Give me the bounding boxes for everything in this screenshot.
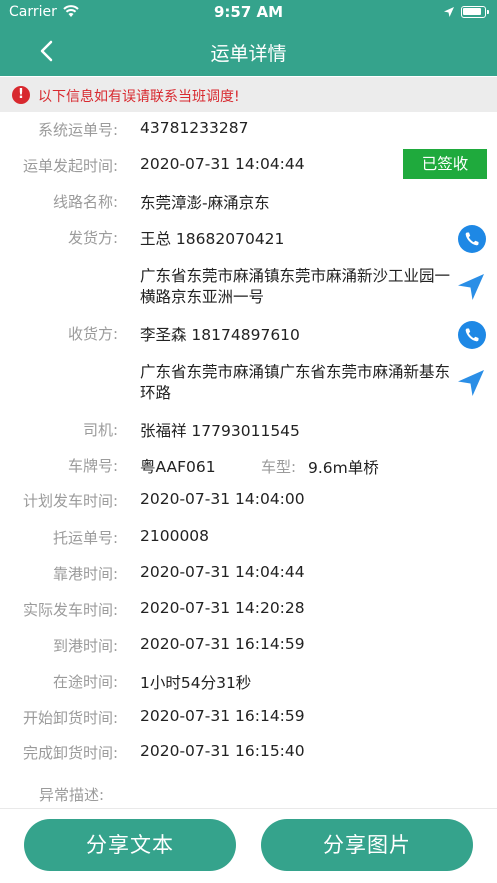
page-title: 运单详情: [210, 43, 287, 65]
unload-start-label: 开始卸货时间:: [22, 709, 118, 727]
shipper-label: 发货方:: [67, 229, 118, 247]
unload-end-value: 2020-07-31 16:15:40: [140, 742, 305, 760]
exclamation-icon: !: [12, 86, 30, 104]
transit-time-value: 1小时54分31秒: [140, 674, 252, 692]
unload-start-value: 2020-07-31 16:14:59: [140, 707, 305, 725]
receiver-address: 广东省东莞市麻涌镇广东省东莞市麻涌新基东环路: [140, 363, 451, 402]
battery-icon: [461, 6, 489, 18]
header-bar: Carrier 9:57 AM 运单详情: [0, 0, 497, 76]
plan-depart-value: 2020-07-31 14:04:00: [140, 490, 305, 508]
unload-end-label: 完成卸货时间:: [22, 744, 118, 762]
share-image-button[interactable]: 分享图片: [261, 819, 473, 871]
exception-label: 异常描述:: [38, 786, 104, 804]
footer-bar: 分享文本 分享图片: [0, 808, 497, 883]
route-label: 线路名称:: [52, 193, 118, 211]
create-time-value: 2020-07-31 14:04:44: [140, 155, 305, 173]
shipper-navigation-arrow-icon[interactable]: [455, 271, 487, 303]
receiver-navigation-arrow-icon[interactable]: [455, 367, 487, 399]
order-no-label: 系统运单号:: [37, 121, 118, 139]
consign-no-label: 托运单号:: [52, 529, 118, 547]
navigation-bar: 运单详情: [0, 26, 497, 76]
shipper-call-button[interactable]: [458, 225, 486, 253]
receiver-call-button[interactable]: [458, 321, 486, 349]
transit-time-label: 在途时间:: [52, 673, 118, 691]
status-time: 9:57 AM: [213, 3, 284, 21]
status-bar: Carrier 9:57 AM: [0, 0, 497, 26]
dock-time-value: 2020-07-31 14:04:44: [140, 563, 305, 581]
create-time-label: 运单发起时间:: [22, 157, 118, 175]
plate-label: 车牌号:: [67, 457, 118, 475]
driver-value: 张福祥 17793011545: [140, 422, 300, 440]
actual-depart-value: 2020-07-31 14:20:28: [140, 599, 305, 617]
location-services-icon: [444, 7, 454, 17]
share-text-button[interactable]: 分享文本: [24, 819, 236, 871]
notice-text: 以下信息如有误请联系当班调度!: [38, 89, 240, 105]
order-no-value: 43781233287: [140, 119, 249, 137]
status-badge: 已签收: [403, 149, 487, 179]
shipper-name-phone: 王总 18682070421: [140, 230, 285, 248]
receiver-label: 收货方:: [67, 325, 118, 343]
arrive-time-value: 2020-07-31 16:14:59: [140, 635, 305, 653]
arrive-time-label: 到港时间:: [52, 637, 118, 655]
vehicle-type-value: 9.6m单桥: [308, 459, 379, 477]
receiver-name-phone: 李圣森 18174897610: [140, 326, 300, 344]
vehicle-type-label: 车型:: [260, 458, 296, 476]
plan-depart-label: 计划发车时间:: [22, 492, 118, 510]
driver-label: 司机:: [82, 421, 118, 439]
phone-icon: [465, 328, 479, 342]
actual-depart-label: 实际发车时间:: [22, 601, 118, 619]
route-value: 东莞漳澎-麻涌京东: [140, 194, 270, 212]
shipper-address: 广东省东莞市麻涌镇东莞市麻涌新沙工业园一横路京东亚洲一号: [140, 267, 451, 306]
notice-banner: ! 以下信息如有误请联系当班调度!: [0, 77, 497, 112]
phone-icon: [465, 232, 479, 246]
dock-time-label: 靠港时间:: [52, 565, 118, 583]
consign-no-value: 2100008: [140, 527, 210, 545]
